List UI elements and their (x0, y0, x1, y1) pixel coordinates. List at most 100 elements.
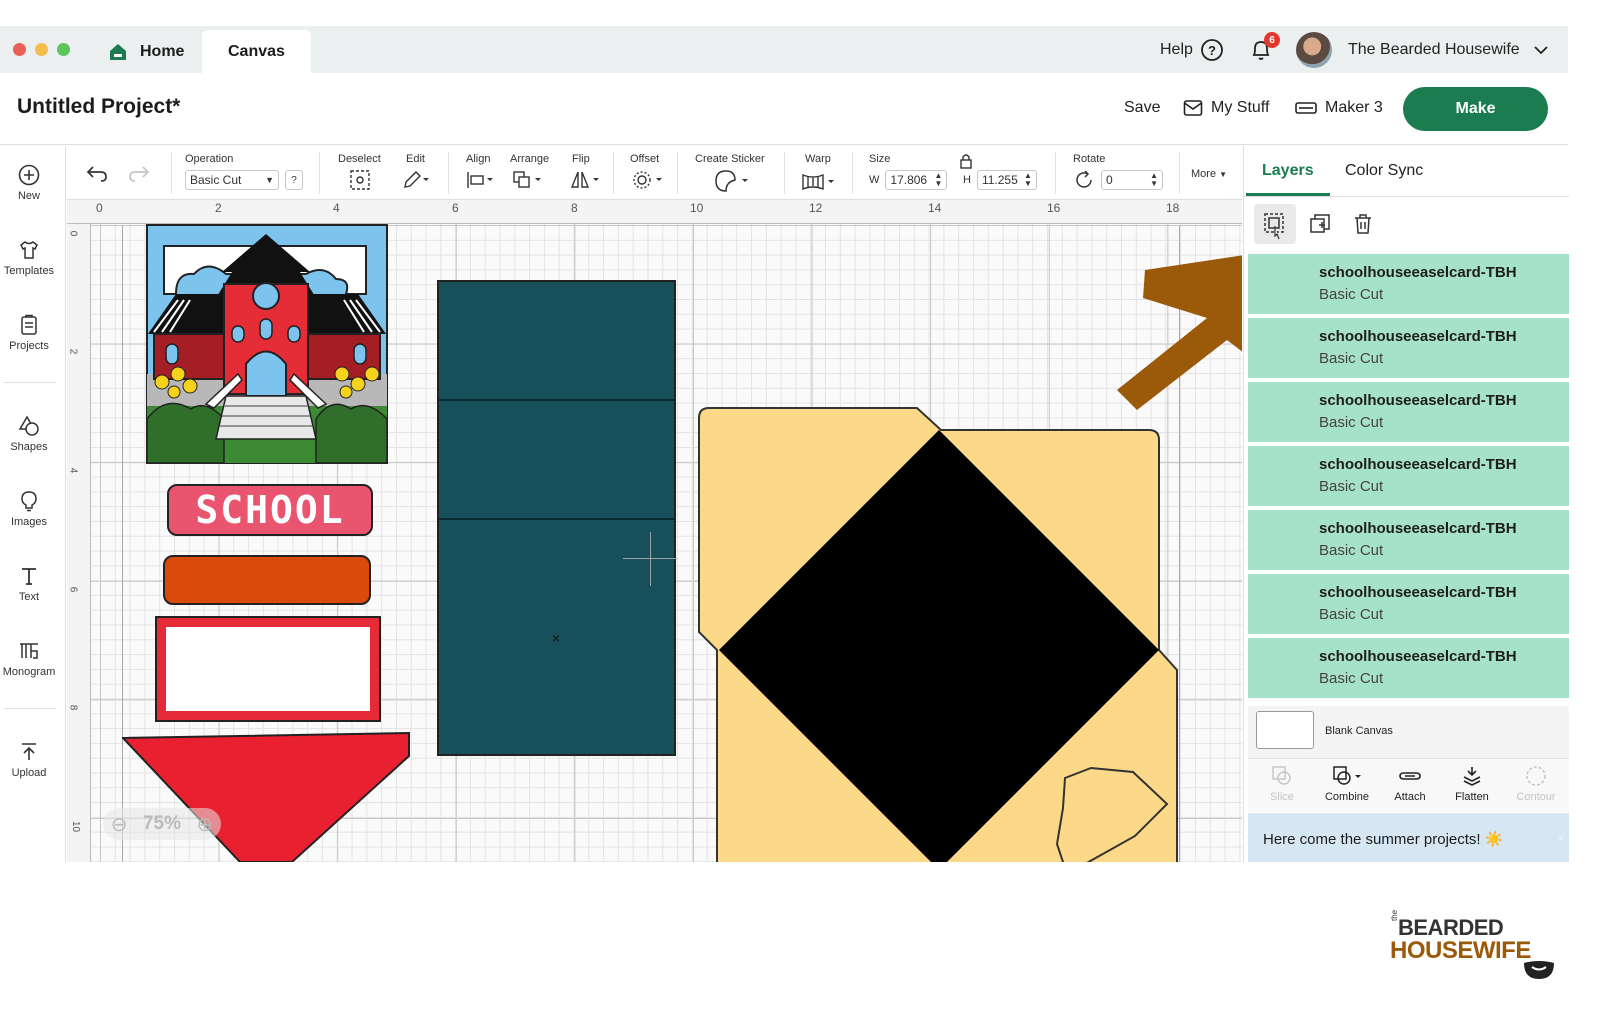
sidebar-item-new[interactable]: New (0, 164, 58, 202)
tab-home[interactable]: Home (108, 30, 184, 73)
layer-operation: Basic Cut (1319, 286, 1384, 303)
warp-label: Warp (805, 153, 831, 165)
tab-color-sync[interactable]: Color Sync (1345, 162, 1423, 180)
sidebar-item-images[interactable]: Images (0, 490, 58, 528)
toolbar-divider (1179, 152, 1180, 194)
tab-canvas[interactable]: Canvas (202, 30, 311, 73)
ruler-tick-label: 16 (1047, 201, 1061, 215)
close-icon[interactable]: × (1557, 830, 1565, 846)
sidebar-item-templates[interactable]: Templates (0, 239, 58, 277)
trash-icon[interactable] (1352, 213, 1374, 235)
contour-button[interactable]: Contour (1506, 765, 1566, 803)
school-label-shape[interactable]: SCHOOL (167, 484, 373, 536)
layer-operation: Basic Cut (1319, 350, 1384, 367)
project-title[interactable]: Untitled Project* (17, 95, 180, 119)
zoom-out-icon[interactable]: ⊖ (111, 812, 128, 837)
user-menu[interactable]: The Bearded Housewife (1296, 26, 1550, 73)
zoom-in-icon[interactable]: ⊕ (196, 812, 213, 837)
tab-home-label: Home (140, 42, 185, 60)
flatten-button[interactable]: Flatten (1442, 765, 1502, 803)
design-canvas[interactable]: 0 2 4 6 8 10 12 14 16 18 0 2 4 6 8 10 SC… (67, 200, 1242, 862)
sidebar-item-projects[interactable]: Projects (0, 314, 58, 352)
sidebar-item-shapes[interactable]: Shapes (0, 415, 58, 453)
duplicate-icon[interactable] (1309, 213, 1331, 235)
orange-plaque-shape[interactable] (163, 555, 371, 605)
ruler-tick-label: 14 (928, 201, 942, 215)
stepper-icon[interactable]: ▲ ▼ (1150, 172, 1158, 188)
close-window-button[interactable] (13, 43, 26, 56)
pencil-icon[interactable] (401, 169, 431, 191)
caret-down-icon: ▼ (265, 175, 274, 185)
make-button[interactable]: Make (1403, 87, 1548, 131)
sidebar-item-monogram[interactable]: Monogram (0, 640, 58, 678)
height-input[interactable]: H 11.255 ▲ ▼ (963, 170, 1037, 190)
width-label: W (869, 174, 880, 186)
sidebar-item-upload[interactable]: Upload (0, 741, 58, 779)
rotate-icon[interactable] (1073, 169, 1095, 191)
save-button[interactable]: Save (1124, 99, 1160, 117)
machine-icon (1295, 102, 1317, 114)
teal-card-shape[interactable]: × (437, 280, 676, 756)
ruler-tick-label: 4 (67, 467, 79, 474)
group-button[interactable] (1254, 204, 1296, 244)
layer-row[interactable]: schoolhouseeaselcard-TBH Basic Cut (1248, 254, 1569, 314)
operation-help-button[interactable]: ? (285, 170, 303, 190)
my-stuff-label: My Stuff (1211, 99, 1270, 116)
center-mark-icon: × (552, 630, 561, 646)
red-frame-shape[interactable] (155, 616, 381, 722)
align-icon[interactable] (465, 169, 495, 191)
flip-icon[interactable] (569, 169, 601, 191)
zoom-window-button[interactable] (57, 43, 70, 56)
lock-icon[interactable] (959, 153, 973, 169)
toolbar-divider (171, 152, 172, 194)
save-label: Save (1124, 99, 1161, 116)
yellow-envelope-shape[interactable] (695, 404, 1185, 862)
toolbar-divider (448, 152, 449, 194)
left-sidebar: New Templates Projects Shapes Images Tex… (0, 146, 66, 862)
arrange-icon[interactable] (511, 169, 543, 191)
layer-row[interactable]: schoolhouseeaselcard-TBH Basic Cut (1248, 638, 1569, 698)
operation-select[interactable]: Basic Cut ▼ (185, 170, 279, 190)
attach-button[interactable]: Attach (1380, 765, 1440, 803)
layer-row[interactable]: schoolhouseeaselcard-TBH Basic Cut (1248, 318, 1569, 378)
notifications-button[interactable]: 6 (1248, 26, 1280, 73)
stepper-icon[interactable]: ▲ ▼ (934, 172, 942, 188)
rotate-input[interactable]: 0 ▲ ▼ (1101, 170, 1163, 190)
combine-button[interactable]: Combine (1317, 765, 1377, 803)
announcement-banner[interactable]: Here come the summer projects! ☀️ × (1248, 813, 1569, 862)
layer-row[interactable]: schoolhouseeaselcard-TBH Basic Cut (1248, 510, 1569, 570)
minimize-window-button[interactable] (35, 43, 48, 56)
tab-layers[interactable]: Layers (1262, 162, 1314, 180)
stepper-icon[interactable]: ▲ ▼ (1024, 172, 1032, 188)
slice-button[interactable]: Slice (1252, 765, 1312, 803)
layer-name: schoolhouseeaselcard-TBH (1319, 648, 1517, 665)
blank-canvas-row[interactable]: Blank Canvas (1248, 706, 1569, 758)
more-label: More (1191, 168, 1217, 180)
toolbar-divider (784, 152, 785, 194)
red-pennant-shape[interactable] (122, 732, 412, 862)
sidebar-item-text[interactable]: Text (0, 565, 58, 603)
sticker-icon[interactable] (714, 169, 754, 193)
help-button[interactable]: Help ? (1160, 26, 1224, 73)
undo-icon[interactable] (85, 163, 109, 183)
schoolhouse-image[interactable] (146, 224, 388, 464)
blank-canvas-swatch[interactable] (1256, 711, 1314, 749)
warp-icon[interactable] (801, 171, 837, 193)
height-label: H (963, 174, 971, 186)
machine-select[interactable]: Maker 3 (1295, 99, 1383, 117)
layer-row[interactable]: schoolhouseeaselcard-TBH Basic Cut (1248, 574, 1569, 634)
more-button[interactable]: More ▼ (1191, 164, 1227, 184)
rotate-label: Rotate (1073, 153, 1106, 165)
brand-logo: the BEARDED HOUSEWIFE (1390, 910, 1560, 985)
help-label: Help (1160, 40, 1193, 58)
layer-row[interactable]: schoolhouseeaselcard-TBH Basic Cut (1248, 382, 1569, 442)
offset-icon[interactable] (632, 169, 664, 191)
layer-row[interactable]: schoolhouseeaselcard-TBH Basic Cut (1248, 446, 1569, 506)
width-input[interactable]: W 17.806 ▲ ▼ (869, 170, 948, 190)
deselect-icon[interactable] (349, 169, 371, 191)
my-stuff-button[interactable]: My Stuff (1183, 99, 1269, 117)
redo-icon[interactable] (127, 163, 151, 183)
offset-label: Offset (630, 153, 660, 165)
tab-canvas-label: Canvas (228, 42, 285, 60)
zoom-control[interactable]: ⊖ 75% ⊕ (103, 808, 221, 840)
